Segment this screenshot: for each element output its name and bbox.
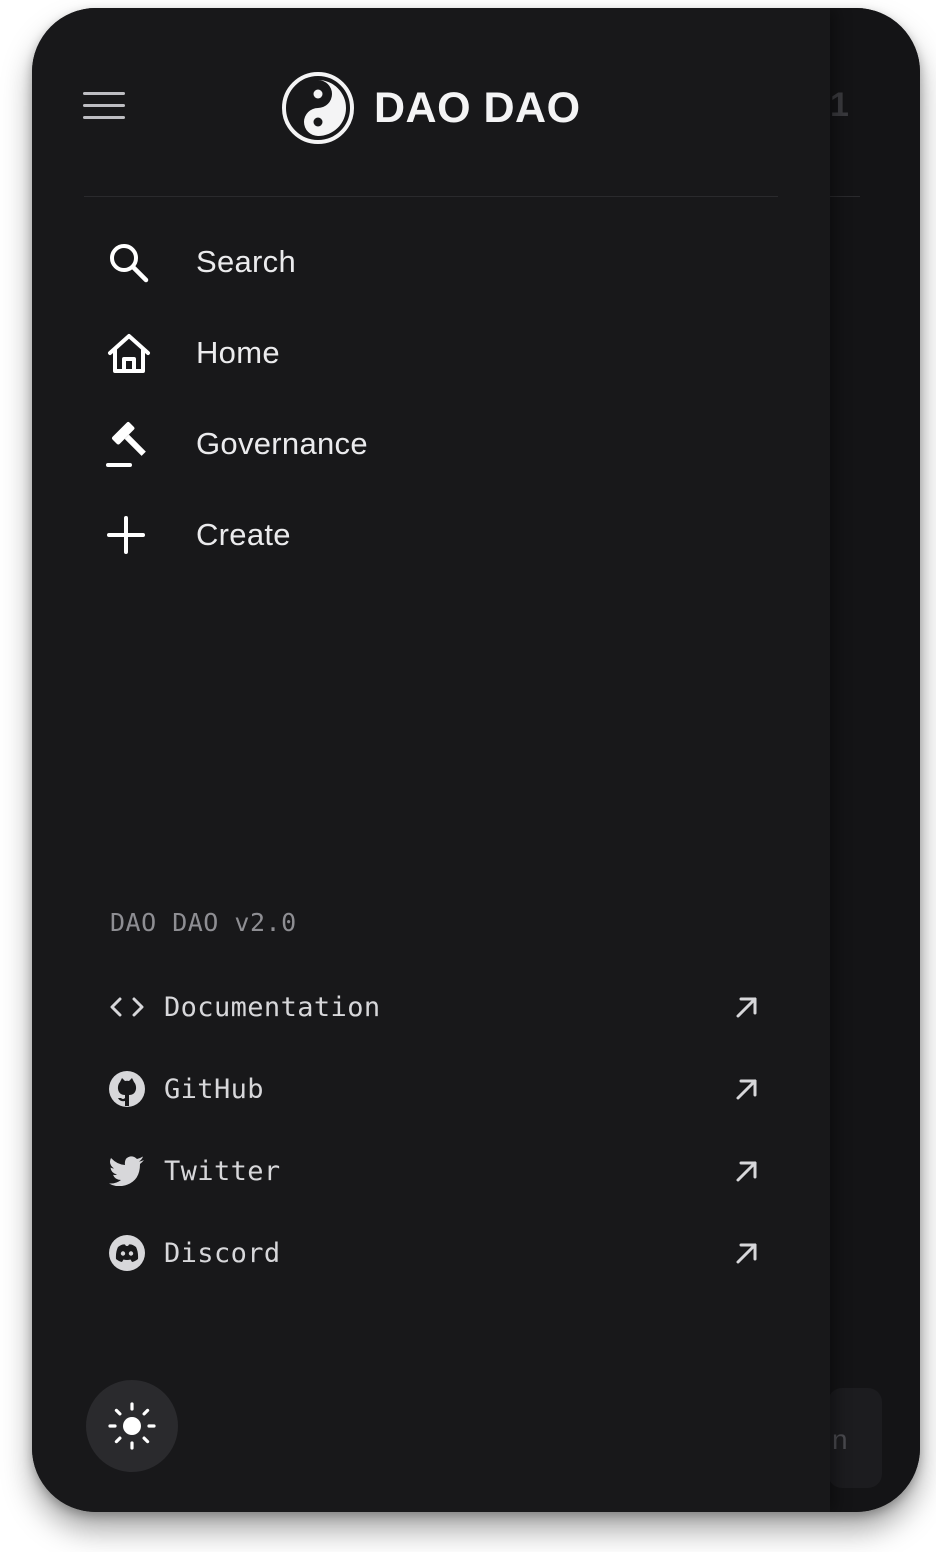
main-navigation: Search Home Governance Create	[92, 216, 792, 580]
background-page: 1 n	[828, 8, 920, 1512]
github-icon	[104, 1069, 150, 1109]
external-arrow-icon	[736, 1079, 757, 1100]
theme-toggle-button[interactable]	[86, 1380, 178, 1472]
drawer-header: DAO DAO	[32, 8, 830, 198]
nav-item-home[interactable]: Home	[92, 307, 792, 398]
background-card-text: n	[832, 1424, 848, 1455]
nav-item-governance[interactable]: Governance	[92, 398, 792, 489]
sun-icon	[108, 1402, 156, 1450]
nav-label-home: Home	[196, 334, 280, 370]
gavel-icon	[92, 418, 172, 470]
link-github[interactable]: GitHub	[104, 1048, 764, 1130]
external-arrow-icon	[736, 1161, 757, 1182]
link-twitter[interactable]: Twitter	[104, 1130, 764, 1212]
code-icon	[104, 987, 150, 1027]
link-discord[interactable]: Discord	[104, 1212, 764, 1294]
plus-icon	[92, 509, 172, 561]
nav-label-search: Search	[196, 243, 297, 279]
nav-label-governance: Governance	[196, 425, 368, 461]
hamburger-menu-button[interactable]	[80, 86, 128, 126]
header-divider	[84, 196, 778, 197]
search-icon	[92, 236, 172, 288]
yin-yang-logo-icon	[282, 72, 354, 144]
nav-item-create[interactable]: Create	[92, 489, 792, 580]
discord-icon	[104, 1233, 150, 1273]
external-links: Documentation GitHub Twitter Discord	[104, 966, 764, 1294]
link-label-github: GitHub	[164, 1073, 264, 1105]
external-arrow-icon	[736, 1243, 757, 1264]
brand-logo-link[interactable]: DAO DAO	[280, 68, 581, 148]
twitter-icon	[104, 1151, 150, 1191]
link-label-twitter: Twitter	[164, 1155, 281, 1187]
nav-label-create: Create	[196, 516, 291, 552]
nav-item-search[interactable]: Search	[92, 216, 792, 307]
phone-screen: 1 n DAO DAO Search Home Governance Creat…	[32, 8, 920, 1512]
background-header-glyph: 1	[830, 86, 849, 124]
link-label-documentation: Documentation	[164, 991, 381, 1023]
link-label-discord: Discord	[164, 1237, 281, 1269]
home-icon	[92, 327, 172, 379]
link-documentation[interactable]: Documentation	[104, 966, 764, 1048]
version-label: DAO DAO v2.0	[110, 908, 297, 937]
background-divider	[830, 196, 860, 197]
external-arrow-icon	[736, 997, 757, 1018]
brand-name: DAO DAO	[374, 83, 581, 132]
navigation-drawer: DAO DAO Search Home Governance Create DA…	[32, 8, 830, 1512]
